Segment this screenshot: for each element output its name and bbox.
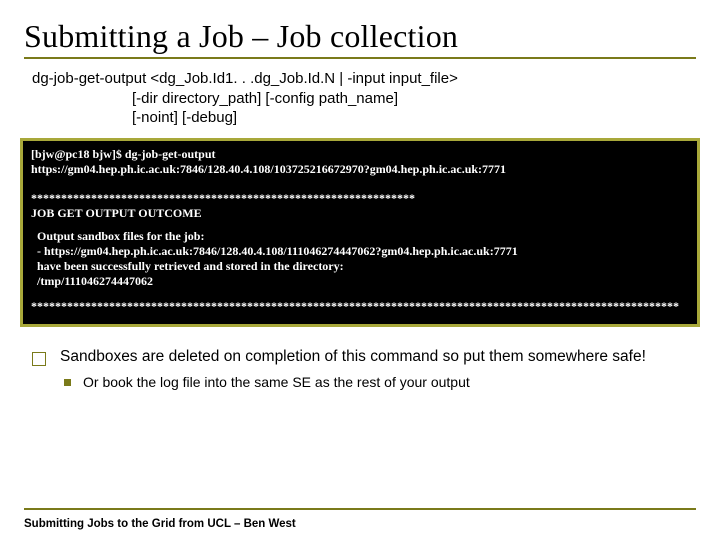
page-title: Submitting a Job – Job collection	[24, 18, 696, 55]
list-item: Sandboxes are deleted on completion of t…	[32, 347, 696, 368]
title-divider	[24, 57, 696, 59]
terminal-command: [bjw@pc18 bjw]$ dg-job-get-output https:…	[31, 147, 689, 177]
square-bullet-icon	[32, 352, 46, 366]
list-item: Or book the log file into the same SE as…	[64, 373, 696, 392]
list-item-text: Sandboxes are deleted on completion of t…	[60, 347, 646, 368]
bullet-list: Sandboxes are deleted on completion of t…	[32, 347, 696, 393]
command-usage: dg-job-get-output <dg_Job.Id1. . .dg_Job…	[32, 69, 696, 128]
terminal-output: [bjw@pc18 bjw]$ dg-job-get-output https:…	[20, 138, 700, 327]
slide: Submitting a Job – Job collection dg-job…	[0, 0, 720, 540]
terminal-line: ****************************************…	[31, 299, 689, 314]
terminal-line: https://gm04.hep.ph.ic.ac.uk:7846/128.40…	[31, 162, 689, 177]
terminal-body: Output sandbox files for the job: - http…	[31, 229, 689, 289]
terminal-line: have been successfully retrieved and sto…	[37, 259, 689, 274]
list-item-text: Or book the log file into the same SE as…	[83, 373, 470, 392]
square-bullet-icon	[64, 379, 71, 386]
terminal-line: - https://gm04.hep.ph.ic.ac.uk:7846/128.…	[37, 244, 689, 259]
slide-footer: Submitting Jobs to the Grid from UCL – B…	[24, 518, 296, 530]
terminal-line: [bjw@pc18 bjw]$ dg-job-get-output	[31, 147, 689, 162]
terminal-line: JOB GET OUTPUT OUTCOME	[31, 206, 689, 221]
terminal-line: ****************************************…	[31, 191, 689, 206]
footer-divider	[24, 508, 696, 510]
terminal-line: /tmp/111046274447062	[37, 274, 689, 289]
terminal-line: Output sandbox files for the job:	[37, 229, 689, 244]
terminal-header: ****************************************…	[31, 191, 689, 221]
